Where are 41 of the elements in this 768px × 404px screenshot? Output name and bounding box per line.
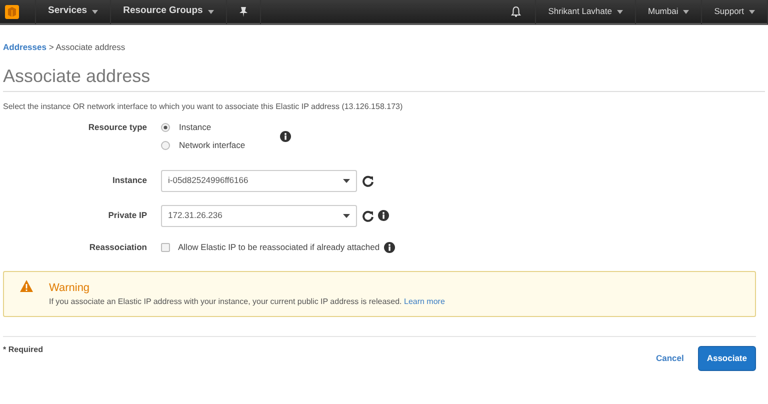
breadcrumb-link[interactable]: Addresses	[3, 42, 46, 52]
nav-menu[interactable]: Resource Groups	[111, 0, 227, 24]
cancel-button[interactable]: Cancel	[656, 352, 684, 365]
caret-icon	[683, 10, 690, 14]
learn-more-link[interactable]: Learn more	[404, 297, 445, 306]
nav-menu[interactable]: Support	[702, 0, 768, 24]
nav-menu[interactable]: Mumbai	[636, 0, 702, 24]
refresh-icon[interactable]	[362, 210, 374, 222]
select-field[interactable]: i-05d82524996ff6166	[161, 170, 357, 192]
bell-icon[interactable]	[511, 6, 522, 17]
radio-button[interactable]	[161, 140, 170, 150]
radio-option[interactable]: Instance	[161, 121, 246, 134]
required-note: * Required	[3, 344, 44, 356]
nav-menu[interactable]: Shrikant Lavhate	[536, 0, 636, 24]
caret-icon	[92, 10, 98, 14]
radio-button[interactable]	[161, 123, 170, 132]
dropdown-caret-icon	[343, 178, 350, 183]
warning-icon	[20, 280, 33, 292]
caret-icon	[749, 10, 755, 14]
description-text: Select the instance OR network interface to which you want to associate this Elastic IP address (13.126.158.173)	[3, 101, 404, 114]
page-title: Associate address	[3, 66, 765, 92]
refresh-icon[interactable]	[362, 174, 374, 187]
warning-message: If you associate an Elastic IP address with your instance, your current public IP address is released. Learn more	[49, 296, 445, 308]
cube-logo-icon[interactable]	[5, 4, 19, 18]
checkbox[interactable]	[161, 242, 170, 252]
dropdown-caret-icon	[343, 214, 350, 218]
pin-icon[interactable]	[238, 6, 248, 16]
checkbox-option[interactable]: Allow Elastic IP to be reassociated if already attached	[161, 240, 380, 254]
field-label: Instance	[112, 174, 148, 188]
nav-menu[interactable]: Services	[36, 0, 112, 24]
caret-icon	[208, 10, 214, 14]
caret-icon	[616, 10, 623, 14]
breadcrumb-current: Associate address	[56, 42, 126, 52]
breadcrumb-separator: >	[48, 42, 55, 52]
warning-title: Warning	[49, 280, 91, 296]
radio-option[interactable]: Network interface	[161, 139, 246, 152]
field-label: Private IP	[107, 209, 148, 222]
select-field[interactable]: 172.31.26.236	[161, 204, 357, 227]
field-label: Reassociation	[88, 240, 148, 254]
associate-button[interactable]: Associate	[698, 346, 756, 371]
field-label: Resource type	[87, 121, 148, 134]
